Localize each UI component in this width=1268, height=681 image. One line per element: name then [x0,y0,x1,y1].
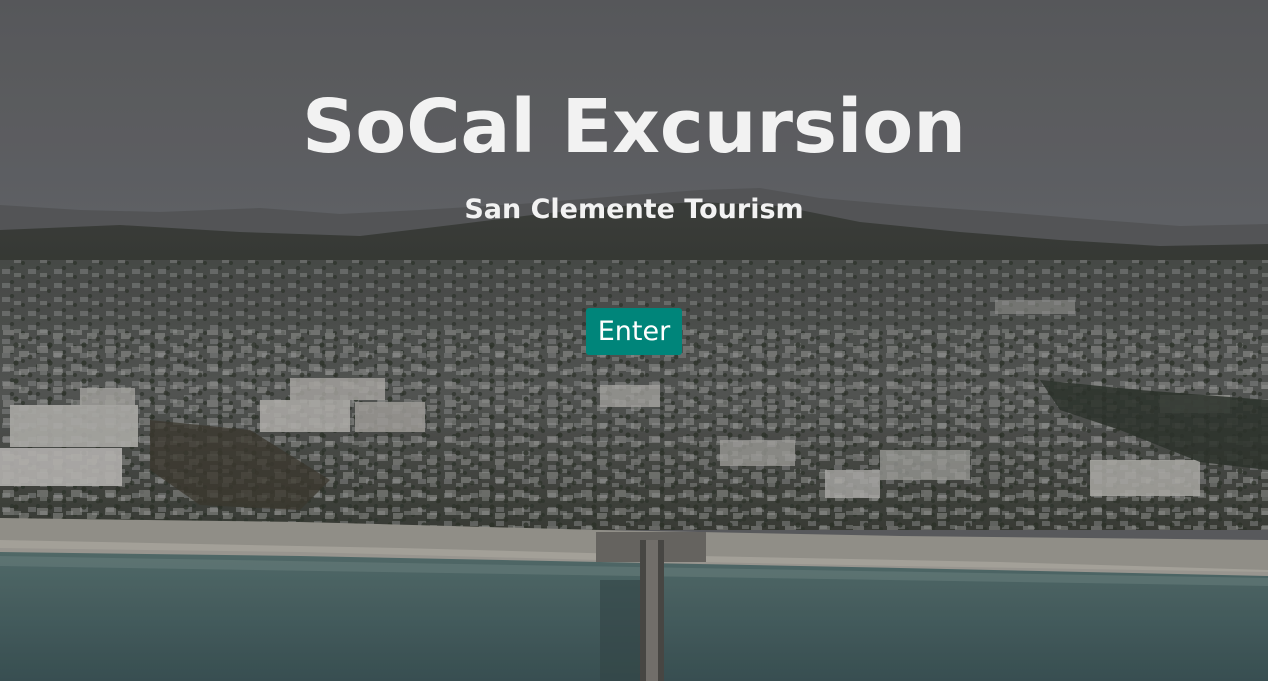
page-title: SoCal Excursion [302,84,966,170]
page-subtitle: San Clemente Tourism [464,194,804,225]
enter-button[interactable]: Enter [586,308,682,355]
hero-section: SoCal Excursion San Clemente Tourism Ent… [0,0,1268,681]
